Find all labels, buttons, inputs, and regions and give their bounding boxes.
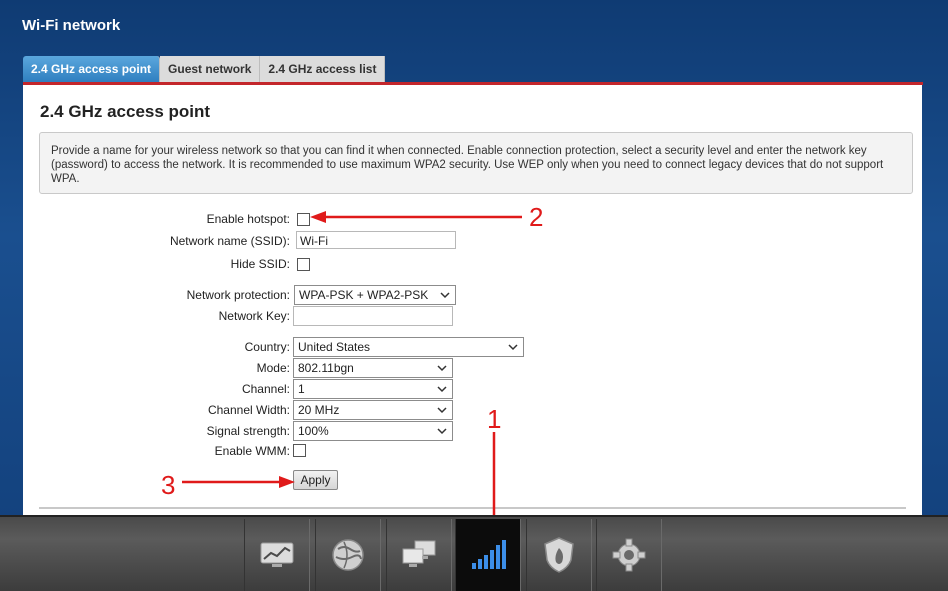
channel-width-select[interactable]: 20 MHz [293,400,453,420]
chevron-down-icon [508,344,518,351]
divider [39,507,906,509]
chevron-down-icon [437,386,447,393]
signal-strength-label: Signal strength: [206,424,290,438]
ssid-label: Network name (SSID): [169,234,290,248]
country-label: Country: [244,340,290,354]
signal-strength-select[interactable]: 100% [293,421,453,441]
page-title: Wi-Fi network [22,17,121,34]
mode-value: 802.11bgn [298,361,354,375]
nav-wifi-button[interactable] [455,519,521,591]
nav-monitor-button[interactable] [244,519,310,591]
country-select[interactable]: United States [293,337,524,357]
chevron-down-icon [437,365,447,372]
enable-hotspot-checkbox[interactable] [297,213,310,226]
network-key-label: Network Key: [218,309,290,323]
chevron-down-icon [437,407,447,414]
ssid-input[interactable]: Wi-Fi [296,231,456,249]
network-key-input[interactable] [293,306,453,326]
wifi-signal-bars-icon [472,540,506,569]
annotation-label-2: 2 [529,202,544,232]
hide-ssid-label: Hide SSID: [230,257,290,271]
tab-bar: 2.4 GHz access point Guest network 2.4 G… [23,56,386,82]
protection-value: WPA-PSK + WPA2-PSK [299,288,429,302]
chevron-down-icon [437,428,447,435]
nav-internet-button[interactable] [315,519,381,591]
chevron-down-icon [440,292,450,299]
tab-2-4ghz-access-list[interactable]: 2.4 GHz access list [260,56,386,82]
channel-value: 1 [298,382,305,396]
channel-width-value: 20 MHz [298,403,340,417]
signal-strength-value: 100% [298,424,329,438]
annotation-label-1: 1 [487,404,502,434]
security-shield-icon [544,537,574,573]
hide-ssid-checkbox[interactable] [297,258,310,271]
channel-select[interactable]: 1 [293,379,453,399]
gear-icon [612,538,646,572]
enable-wmm-checkbox[interactable] [293,444,306,457]
globe-icon [332,539,364,571]
apply-button[interactable]: Apply [293,470,338,490]
tab-2-4ghz-access-point[interactable]: 2.4 GHz access point [23,56,161,82]
protection-label: Network protection: [186,288,290,302]
mode-select[interactable]: 802.11bgn [293,358,453,378]
annotation-label-3: 3 [161,470,176,500]
country-value: United States [298,340,371,354]
channel-label: Channel: [241,382,290,396]
channel-width-label: Channel Width: [207,403,290,417]
enable-hotspot-label: Enable hotspot: [206,212,290,226]
tab-guest-network[interactable]: Guest network [160,56,261,82]
mode-label: Mode: [256,361,290,375]
monitor-chart-icon [260,542,294,567]
network-computers-icon [402,540,436,567]
nav-settings-button[interactable] [596,519,662,591]
section-title: 2.4 GHz access point [40,102,211,121]
enable-wmm-label: Enable WMM: [214,444,290,458]
settings-panel: 2.4 GHz access point Provide a name for … [23,85,922,520]
info-box: Provide a name for your wireless network… [39,132,913,194]
nav-security-button[interactable] [526,519,592,591]
bottom-nav-bar [0,515,948,591]
protection-select[interactable]: WPA-PSK + WPA2-PSK [294,285,456,305]
nav-home-network-button[interactable] [386,519,452,591]
